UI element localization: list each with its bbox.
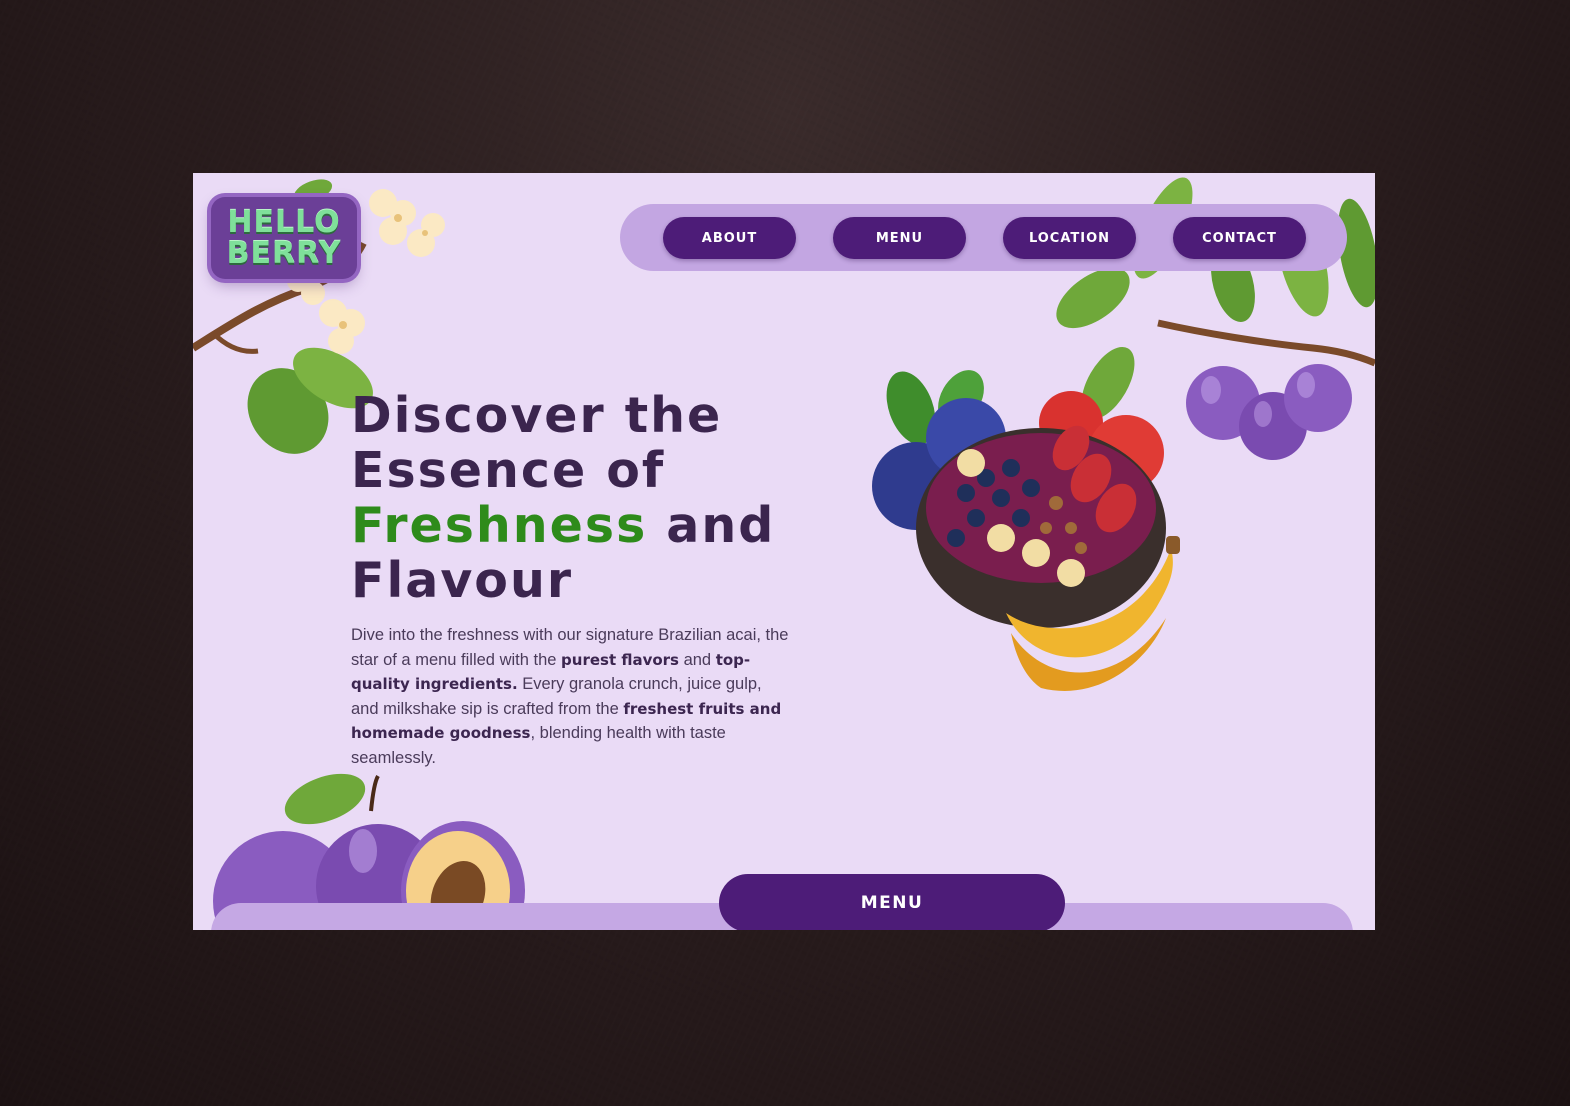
hero-title-accent: Freshness	[351, 497, 648, 554]
nav-about-button[interactable]: ABOUT	[663, 217, 796, 259]
hero-title-part1: Discover the Essence of	[351, 387, 723, 499]
nav-location-button[interactable]: LOCATION	[1003, 217, 1136, 259]
hero-title: Discover the Essence of Freshness and Fl…	[351, 388, 811, 608]
logo-line-2: BERRY	[226, 236, 342, 271]
hero-bold-1: purest flavors	[561, 650, 679, 669]
logo-badge[interactable]: HELLO BERRY	[211, 197, 357, 279]
menu-cta-button[interactable]: MENU	[719, 874, 1065, 930]
hero-description: Dive into the freshness with our signatu…	[351, 623, 791, 770]
website-page: HELLO BERRY ABOUT MENU LOCATION CONTACT …	[193, 173, 1375, 930]
nav-menu-button[interactable]: MENU	[833, 217, 966, 259]
nav-contact-button[interactable]: CONTACT	[1173, 217, 1306, 259]
logo-line-1: HELLO	[227, 205, 341, 240]
acai-bowl-illustration	[872, 370, 1180, 691]
hero-text-2: and	[679, 650, 716, 669]
plum-cluster-icon	[1186, 364, 1352, 460]
top-navigation: ABOUT MENU LOCATION CONTACT	[620, 204, 1347, 271]
